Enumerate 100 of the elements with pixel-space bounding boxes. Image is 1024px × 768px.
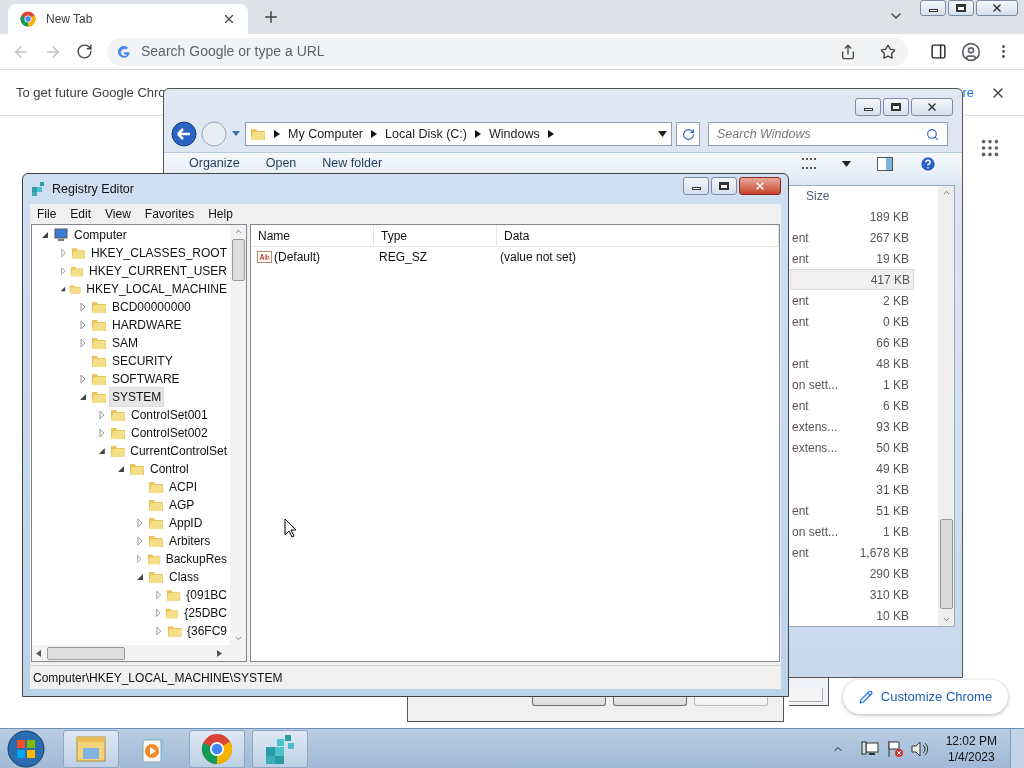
value-name[interactable]: (Default)	[274, 248, 320, 266]
collapsed-arrow-icon[interactable]	[135, 536, 145, 546]
column-header[interactable]: Data	[497, 225, 779, 246]
file-row[interactable]: 66 KB	[790, 332, 914, 353]
tree-item[interactable]: HKEY_CLASSES_ROOT	[87, 243, 230, 263]
breadcrumb-arrow-icon[interactable]	[475, 130, 481, 139]
tree-item[interactable]: BCD00000000	[109, 297, 194, 317]
collapsed-arrow-icon[interactable]	[135, 554, 144, 564]
collapsed-arrow-icon[interactable]	[97, 410, 107, 420]
scroll-down-icon[interactable]	[233, 634, 243, 643]
tree-item[interactable]: ControlSet002	[128, 423, 211, 443]
tree-item[interactable]: {25DBC	[181, 603, 230, 623]
file-row[interactable]: 49 KB	[790, 458, 914, 479]
tree-item[interactable]: {36FC9	[183, 621, 230, 641]
column-header[interactable]: Name	[251, 225, 374, 246]
column-header[interactable]: Size	[804, 187, 830, 205]
close-button[interactable]	[739, 177, 781, 195]
file-row[interactable]: ent 48 KB	[790, 353, 914, 374]
breadcrumb-arrow-icon[interactable]	[274, 130, 280, 139]
file-row[interactable]: ent 267 KB	[790, 227, 914, 248]
new-tab-icon[interactable]	[262, 8, 280, 26]
menu-item[interactable]: Edit	[70, 204, 92, 223]
collapsed-arrow-icon[interactable]	[97, 428, 107, 438]
file-row[interactable]: ent 19 KB	[790, 248, 914, 269]
collapsed-arrow-icon[interactable]	[78, 374, 88, 384]
menu-item[interactable]: Favorites	[144, 204, 195, 223]
tree-item[interactable]: AppID	[166, 513, 206, 533]
menu-item[interactable]: File	[37, 204, 57, 223]
collapsed-arrow-icon[interactable]	[78, 338, 88, 348]
file-row[interactable]: extens... 50 KB	[790, 437, 914, 458]
breadcrumb-item[interactable]: My Computer	[288, 124, 364, 144]
toolbar-item[interactable]: New folder	[322, 154, 383, 174]
collapsed-arrow-icon[interactable]	[135, 518, 145, 528]
scroll-thumb[interactable]	[231, 239, 245, 281]
scroll-down-icon[interactable]	[941, 615, 951, 624]
file-row[interactable]: ent 1,678 KB	[790, 542, 914, 563]
apps-grid-icon[interactable]	[979, 137, 1001, 159]
column-header[interactable]: Type	[374, 225, 497, 246]
menu-item[interactable]: View	[105, 204, 131, 223]
help-icon[interactable]	[919, 154, 937, 173]
scroll-up-icon[interactable]	[233, 227, 243, 236]
menu-item[interactable]: Help	[208, 204, 233, 223]
vertical-scrollbar[interactable]	[230, 225, 246, 645]
taskbar-button[interactable]	[252, 729, 308, 768]
tree-item[interactable]: SYSTEM	[109, 387, 165, 407]
file-row[interactable]: extens... 93 KB	[790, 416, 914, 437]
dialog-button[interactable]	[789, 688, 823, 702]
tree-item[interactable]: Control	[147, 459, 192, 479]
tree-item[interactable]: ACPI	[166, 477, 200, 497]
close-tab-icon[interactable]	[222, 12, 236, 26]
search-field[interactable]: Search Windows	[708, 122, 948, 147]
dropdown-arrow-icon[interactable]	[658, 131, 667, 138]
dropdown-arrow-icon[interactable]	[842, 160, 851, 167]
preview-pane-icon[interactable]	[877, 156, 893, 171]
maximize-button[interactable]	[711, 177, 737, 195]
tree-item[interactable]: {091BC	[183, 585, 230, 605]
close-button[interactable]	[976, 0, 1018, 16]
tree-item[interactable]: BackupRes	[162, 549, 230, 569]
file-row[interactable]: 290 KB	[790, 563, 914, 584]
speaker-icon[interactable]	[910, 740, 929, 757]
flag-error-icon[interactable]	[885, 739, 904, 758]
network-icon[interactable]	[860, 740, 879, 757]
dialog-button[interactable]	[532, 697, 606, 706]
start-orb-icon[interactable]	[6, 728, 46, 768]
file-row[interactable]: ent 6 KB	[790, 395, 914, 416]
expanded-arrow-icon[interactable]	[116, 464, 126, 474]
tree-item[interactable]: HKEY_CURRENT_USER	[85, 261, 230, 281]
minimize-button[interactable]	[920, 0, 946, 16]
side-panel-icon[interactable]	[930, 43, 947, 60]
breadcrumb-arrow-icon[interactable]	[547, 130, 554, 139]
collapsed-arrow-icon[interactable]	[59, 266, 68, 276]
tree-item[interactable]: SECURITY	[109, 351, 176, 371]
file-row[interactable]: 10 KB	[790, 605, 914, 626]
refresh-button[interactable]	[676, 122, 700, 147]
tree-item[interactable]: AGP	[166, 495, 198, 515]
tree-item[interactable]: ControlSet001	[128, 405, 211, 425]
expanded-arrow-icon[interactable]	[40, 230, 50, 240]
collapsed-arrow-icon[interactable]	[78, 320, 88, 330]
vertical-scrollbar[interactable]	[938, 186, 954, 626]
dialog-button[interactable]	[613, 697, 687, 706]
scroll-right-icon[interactable]	[217, 649, 222, 657]
tree-item[interactable]: SOFTWARE	[109, 369, 183, 389]
scroll-up-icon[interactable]	[941, 188, 951, 197]
toolbar-item[interactable]: Organize	[189, 154, 240, 174]
scroll-left-icon[interactable]	[36, 649, 41, 657]
tree-item[interactable]: Arbiters	[166, 531, 214, 551]
tree-item[interactable]: HARDWARE	[109, 315, 185, 335]
expanded-arrow-icon[interactable]	[78, 392, 88, 402]
file-row[interactable]: ent 51 KB	[790, 500, 914, 521]
breadcrumb-item[interactable]: Windows	[489, 124, 540, 144]
address-field[interactable]: My Computer Local Disk (C:) Windows	[245, 122, 672, 147]
file-row[interactable]: 417 KB	[790, 269, 914, 290]
reload-icon[interactable]	[76, 43, 93, 60]
expanded-arrow-icon[interactable]	[135, 572, 145, 582]
maximize-button[interactable]	[883, 98, 909, 116]
file-row[interactable]: 310 KB	[790, 584, 914, 605]
profile-icon[interactable]	[961, 41, 981, 62]
address-bar[interactable]: Search Google or type a URL	[107, 37, 908, 66]
file-row[interactable]: on sett... 1 KB	[790, 374, 914, 395]
toolbar-item[interactable]: Open	[265, 154, 297, 174]
